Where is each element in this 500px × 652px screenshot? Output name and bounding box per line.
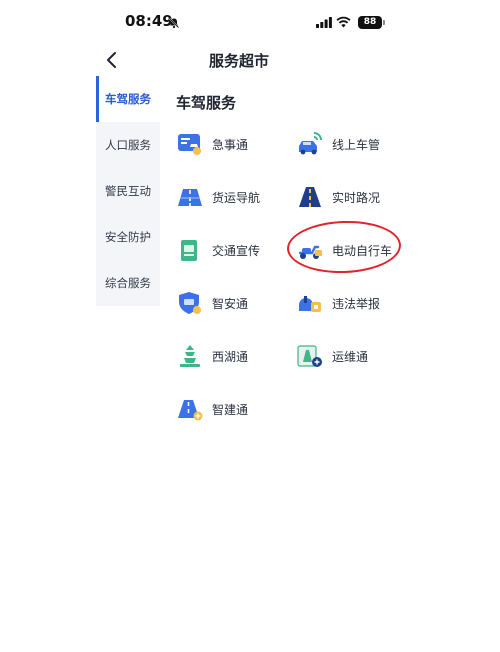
car-card-icon: [178, 134, 201, 155]
service-label: 西湖通: [212, 350, 249, 364]
road-icon: [299, 187, 321, 207]
category-sidebar: 车驾服务 人口服务 警民互动 安全防护 综合服务: [96, 76, 160, 306]
service-item-jishitong[interactable]: 急事通: [176, 129, 296, 159]
shield-icon: [179, 292, 201, 314]
service-item-violation-report[interactable]: 违法举报: [296, 288, 416, 318]
service-label: 急事通: [212, 138, 249, 152]
service-label: 货运导航: [212, 191, 261, 205]
service-label: 实时路况: [332, 191, 381, 205]
sidebar-item-police-interaction[interactable]: 警民互动: [96, 168, 160, 214]
construction-road-icon: [178, 400, 203, 421]
status-time: 08:49: [125, 12, 173, 30]
report-icon: [299, 296, 321, 312]
maintenance-icon: [297, 345, 322, 367]
connected-car-icon: [299, 132, 322, 155]
service-item-zhiantong[interactable]: 智安通: [176, 288, 296, 318]
service-label: 线上车管: [332, 138, 381, 152]
page-title: 服务超市: [208, 52, 269, 70]
service-label: 交通宣传: [212, 244, 261, 258]
service-item-online-vehicle-admin[interactable]: 线上车管: [296, 129, 416, 159]
sidebar-item-general[interactable]: 综合服务: [96, 260, 160, 306]
bell-muted-icon: [168, 17, 180, 29]
status-bar: 08:49 88: [96, 8, 385, 36]
service-label: 违法举报: [332, 297, 381, 311]
wifi-icon: [336, 16, 351, 28]
sidebar-item-population[interactable]: 人口服务: [96, 122, 160, 168]
road-map-icon: [178, 189, 202, 206]
nav-bar: 服务超市: [96, 44, 382, 76]
service-label: 运维通: [332, 350, 369, 364]
annotation-circle: [286, 219, 402, 275]
service-label: 智安通: [212, 297, 249, 311]
sidebar-item-safety[interactable]: 安全防护: [96, 214, 160, 260]
cellular-signal-icon: [316, 17, 332, 28]
pagoda-icon: [180, 345, 200, 367]
section-title: 车驾服务: [176, 94, 237, 112]
battery-indicator: 88: [358, 16, 385, 29]
sidebar-item-vehicle-driver[interactable]: 车驾服务: [96, 76, 160, 122]
service-item-operations-maintenance[interactable]: 运维通: [296, 341, 416, 371]
service-label: 智建通: [212, 403, 249, 417]
booklet-icon: [181, 240, 197, 261]
service-item-freight-navigation[interactable]: 货运导航: [176, 182, 296, 212]
service-item-realtime-traffic[interactable]: 实时路况: [296, 182, 416, 212]
service-item-zhijiantong[interactable]: 智建通: [176, 394, 296, 424]
service-item-traffic-publicity[interactable]: 交通宣传: [176, 235, 296, 265]
service-item-xihutong[interactable]: 西湖通: [176, 341, 296, 371]
